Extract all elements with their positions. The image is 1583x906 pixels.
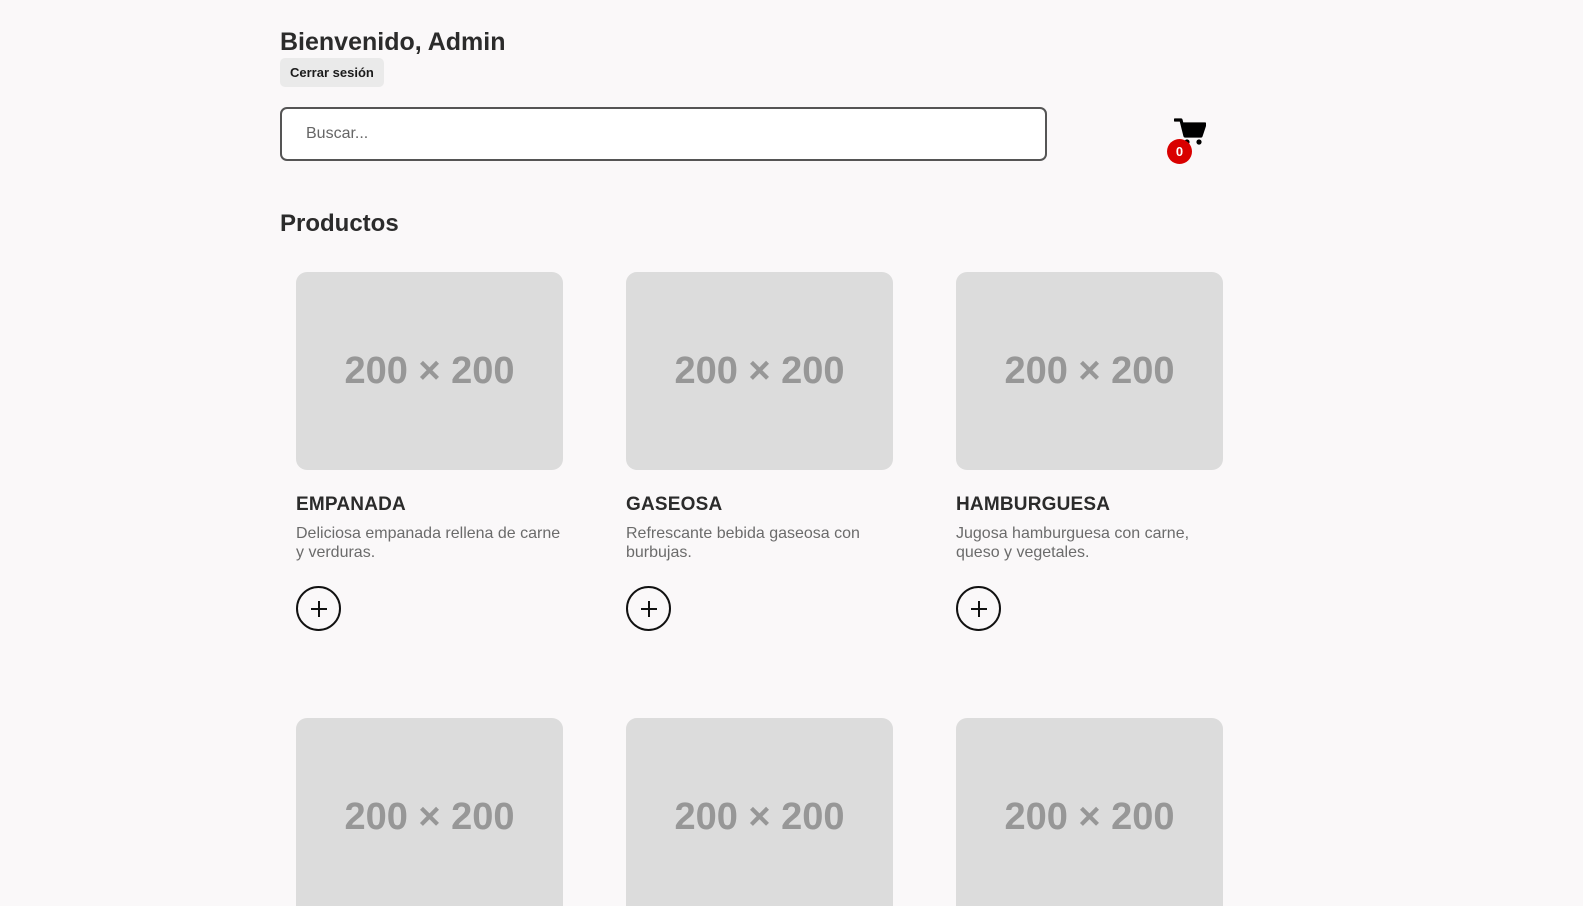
product-card: 200 × 200	[626, 718, 896, 906]
plus-icon	[970, 600, 987, 617]
product-image-placeholder: 200 × 200	[956, 718, 1223, 906]
product-image-placeholder: 200 × 200	[626, 272, 893, 470]
product-name: EMPANADA	[296, 494, 406, 515]
add-to-cart-button[interactable]	[956, 586, 1001, 631]
product-card: 200 × 200 EMPANADA Deliciosa empanada re…	[296, 272, 566, 631]
products-heading: Productos	[280, 210, 399, 237]
product-description: Deliciosa empanada rellena de carne y ve…	[296, 525, 561, 561]
search-input[interactable]	[280, 107, 1047, 161]
product-image-placeholder: 200 × 200	[296, 718, 563, 906]
plus-icon	[310, 600, 327, 617]
logout-button[interactable]: Cerrar sesión	[280, 58, 384, 87]
product-card: 200 × 200	[296, 718, 566, 906]
product-card: 200 × 200 HAMBURGUESA Jugosa hamburguesa…	[956, 272, 1226, 631]
product-image-placeholder: 200 × 200	[296, 272, 563, 470]
plus-icon	[640, 600, 657, 617]
product-image-placeholder: 200 × 200	[956, 272, 1223, 470]
cart-count-badge: 0	[1167, 139, 1192, 164]
welcome-heading: Bienvenido, Admin	[280, 28, 506, 56]
product-image-placeholder: 200 × 200	[626, 718, 893, 906]
product-name: HAMBURGUESA	[956, 494, 1111, 515]
product-name: GASEOSA	[626, 494, 723, 515]
add-to-cart-button[interactable]	[626, 586, 671, 631]
product-card: 200 × 200 GASEOSA Refrescante bebida gas…	[626, 272, 896, 631]
add-to-cart-button[interactable]	[296, 586, 341, 631]
product-description: Jugosa hamburguesa con carne, queso y ve…	[956, 525, 1190, 561]
page: Bienvenido, Admin Cerrar sesión 0 Produc…	[0, 0, 1583, 906]
product-description: Refrescante bebida gaseosa con burbujas.	[626, 525, 860, 561]
product-card: 200 × 200	[956, 718, 1226, 906]
cart-button[interactable]: 0	[1166, 116, 1208, 166]
